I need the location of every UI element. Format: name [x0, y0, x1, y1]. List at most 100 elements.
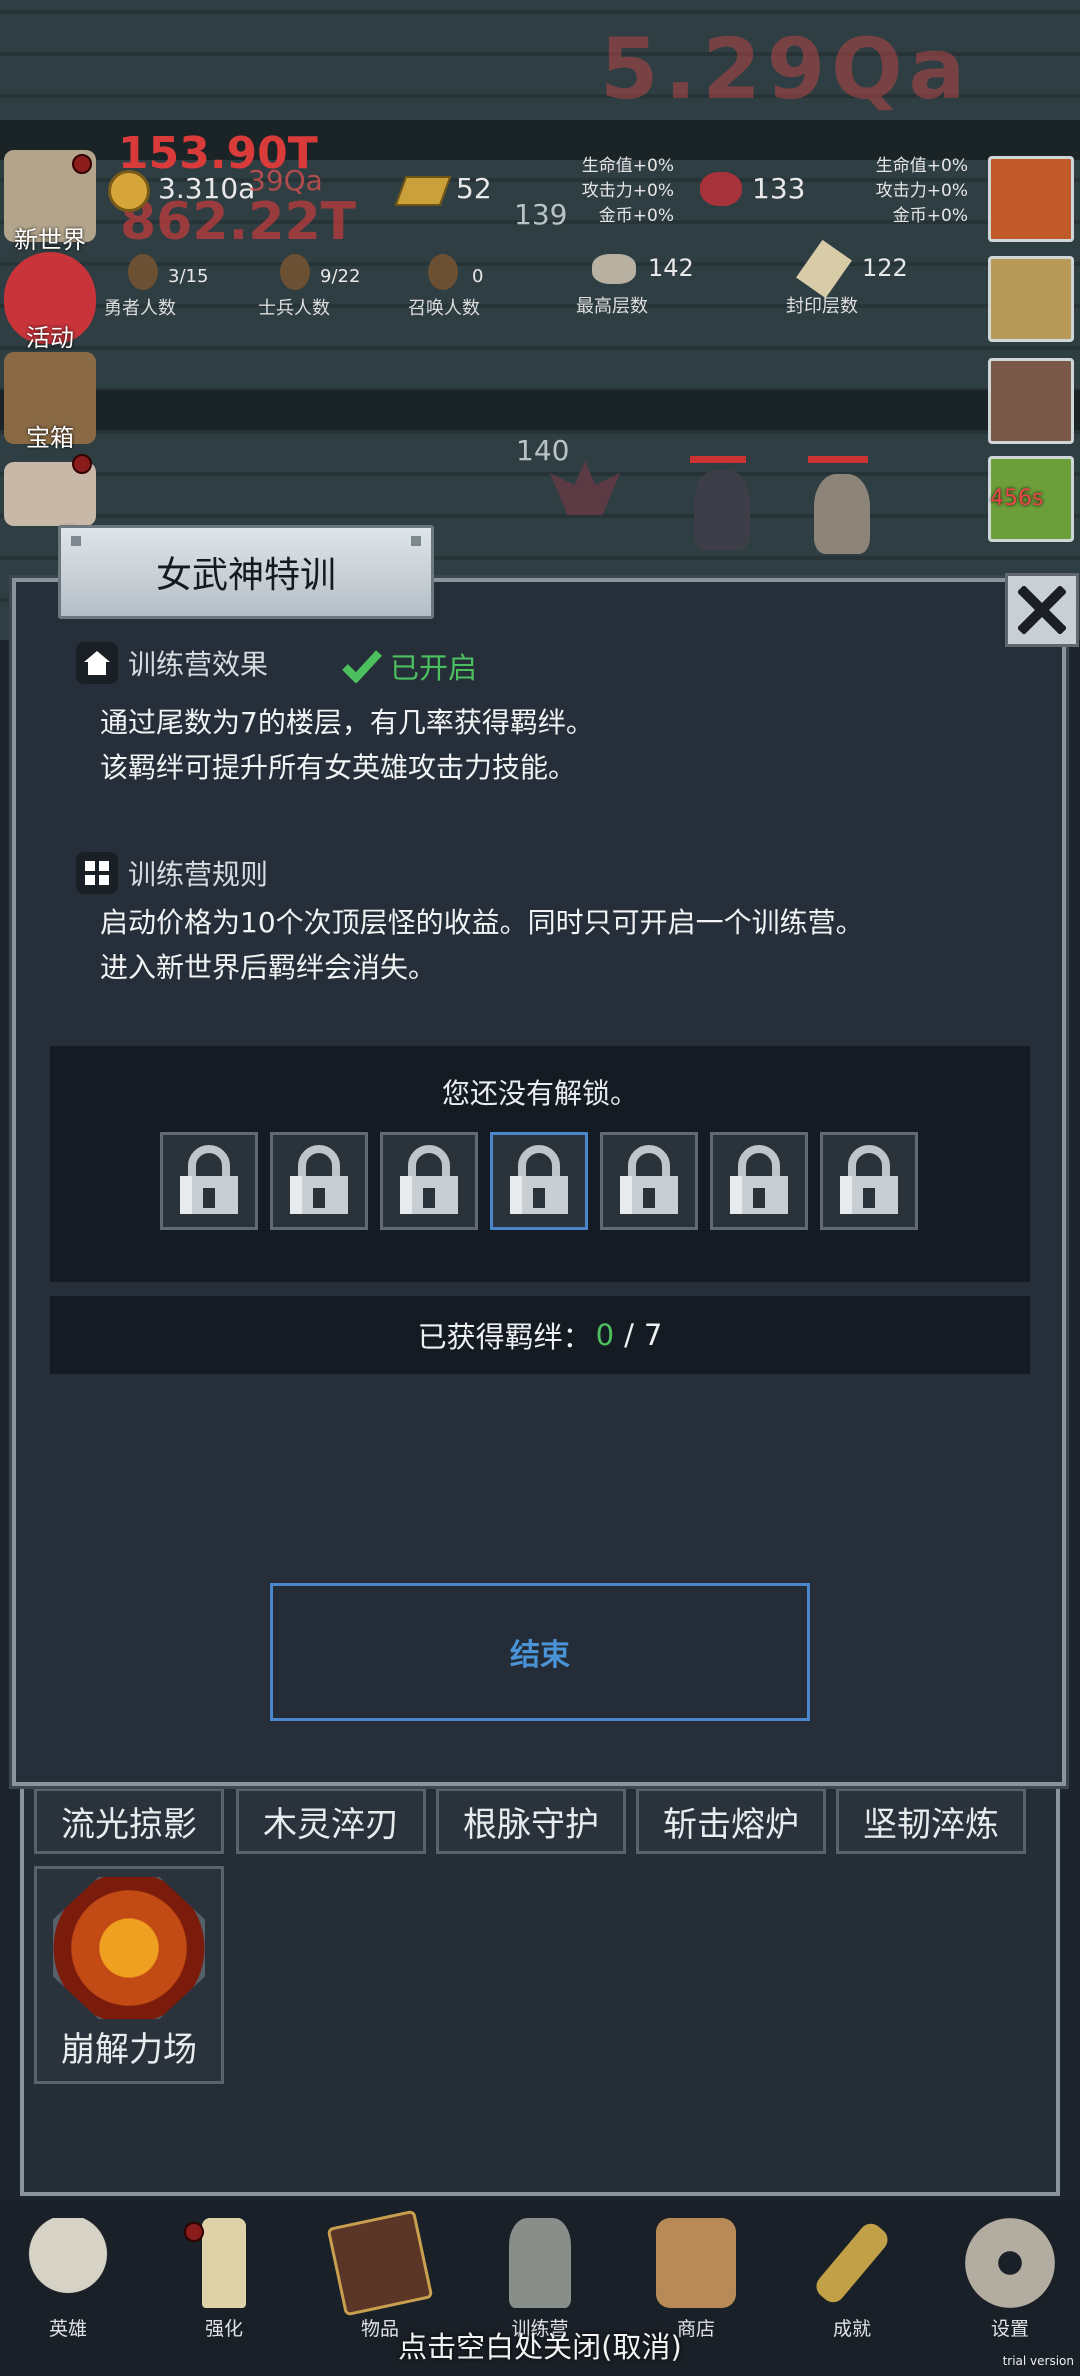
lock-slots	[160, 1132, 918, 1230]
highest-floor-label: 最高层数	[576, 296, 648, 317]
wall-stripe	[0, 390, 1080, 430]
candle-item-icon[interactable]	[988, 256, 1074, 342]
soldiers-value: 9/22	[320, 266, 361, 287]
chest-label: 宝箱	[26, 424, 74, 452]
buff-list-right: 生命值+0% 攻击力+0% 金币+0%	[875, 156, 968, 226]
buff-list-left: 生命值+0% 攻击力+0% 金币+0%	[581, 156, 674, 226]
lock-slot[interactable]	[380, 1132, 478, 1230]
end-button[interactable]: 结束	[270, 1583, 810, 1721]
lock-panel: 您还没有解锁。	[50, 1046, 1030, 1282]
close-icon	[1018, 586, 1066, 634]
lock-slot[interactable]	[600, 1132, 698, 1230]
timer-text: 456s	[990, 486, 1044, 511]
status-enabled: 已开启	[342, 645, 477, 687]
gold-bar-count: 52	[456, 172, 492, 205]
ghoul-enemy	[694, 470, 750, 550]
modal-title: 女武神特训	[155, 555, 336, 596]
lock-icon	[510, 1145, 568, 1214]
lantern-icon	[509, 2218, 571, 2308]
nav-settings[interactable]: 设置	[950, 2218, 1070, 2341]
highest-floor-value: 142	[648, 254, 694, 282]
sealed-floor-value: 122	[862, 254, 908, 282]
close-hint[interactable]: 点击空白处关闭(取消)	[0, 2324, 1080, 2366]
bond-total: 7	[643, 1318, 663, 1352]
locked-message: 您还没有解锁。	[441, 1077, 638, 1110]
nav-enhance[interactable]: 强化	[164, 2218, 284, 2341]
hero-head-icon	[128, 254, 158, 290]
gold-coin-icon	[108, 170, 150, 212]
key-icon	[811, 2218, 893, 2308]
house-icon	[76, 642, 118, 684]
lock-slot[interactable]	[710, 1132, 808, 1230]
big-damage-number: 5.29Qa	[600, 20, 972, 118]
floor-next: 140	[516, 434, 570, 467]
skill-item[interactable]: 根脉守护	[436, 1788, 626, 1854]
soldier-head-icon	[280, 254, 310, 290]
effect-description: 通过尾数为7的楼层，有几率获得羁绊。 该羁绊可提升所有女英雄攻击力技能。	[100, 706, 594, 784]
skill-item[interactable]: 木灵淬刃	[236, 1788, 426, 1854]
bond-separator: /	[624, 1318, 634, 1352]
nav-training-camp[interactable]: 训练营	[480, 2218, 600, 2341]
skull-icon	[23, 2218, 113, 2308]
gear-icon	[965, 2218, 1055, 2308]
effect-header-label: 训练营效果	[128, 648, 269, 681]
grid-icon	[76, 852, 118, 894]
status-label: 已开启	[390, 651, 478, 685]
meat-item-icon[interactable]	[988, 358, 1074, 444]
skill-item[interactable]: 坚韧淬炼	[836, 1788, 1026, 1854]
summon-head-icon	[428, 254, 458, 290]
book-icon	[326, 2209, 434, 2317]
sealed-floor-label: 封印层数	[786, 296, 858, 317]
trial-watermark: trial version	[1002, 2354, 1074, 2368]
bond-label: 已获得羁绊：	[417, 1320, 592, 1354]
onion-item-icon[interactable]	[988, 156, 1074, 242]
modal-title-tab: 女武神特训	[58, 525, 434, 619]
skill-card[interactable]: 崩解力场	[34, 1866, 224, 2084]
notification-dot	[72, 154, 92, 174]
skill-card-name: 崩解力场	[61, 2030, 197, 2070]
event-label: 活动	[26, 324, 74, 352]
lock-slot[interactable]	[820, 1132, 918, 1230]
nav-heroes[interactable]: 英雄	[8, 2218, 128, 2341]
gold-overlay-number: 39Qa	[248, 164, 323, 197]
mug-icon	[656, 2218, 736, 2308]
gold-bar-icon	[394, 176, 452, 206]
lock-slot[interactable]	[160, 1132, 258, 1230]
enemy-hp-bar	[808, 456, 868, 463]
new-world-label: 新世界	[14, 226, 86, 254]
checkmark-icon	[342, 650, 382, 683]
candle-icon	[202, 2218, 246, 2308]
lock-icon	[290, 1145, 348, 1214]
close-button[interactable]	[1005, 573, 1079, 647]
notification-dot	[72, 454, 92, 474]
meat-count: 133	[752, 172, 806, 205]
notification-dot	[184, 2222, 204, 2242]
collapse-field-icon	[53, 1877, 205, 2019]
summons-label: 召唤人数	[408, 298, 480, 319]
stone-icon	[592, 254, 636, 284]
lock-icon	[180, 1145, 238, 1214]
meat-icon	[700, 172, 742, 206]
lock-slot[interactable]	[270, 1132, 368, 1230]
bond-current: 0	[595, 1318, 615, 1352]
scroll-icon	[796, 239, 852, 299]
heroes-value: 3/15	[168, 266, 209, 287]
skill-item[interactable]: 斩击熔炉	[636, 1788, 826, 1854]
soldiers-label: 士兵人数	[258, 298, 330, 319]
rules-description: 启动价格为10个次顶层怪的收益。同时只可开启一个训练营。 进入新世界后羁绊会消失…	[100, 906, 864, 984]
effect-section-header: 训练营效果	[76, 642, 268, 684]
summons-value: 0	[472, 266, 484, 287]
lock-icon	[400, 1145, 458, 1214]
lock-icon	[840, 1145, 898, 1214]
rules-section-header: 训练营规则	[76, 852, 268, 894]
nav-items[interactable]: 物品	[320, 2209, 440, 2341]
nav-achievements[interactable]: 成就	[792, 2218, 912, 2341]
lock-slot[interactable]	[490, 1132, 588, 1230]
skill-item[interactable]: 流光掠影	[34, 1788, 224, 1854]
rules-header-label: 训练营规则	[128, 858, 269, 891]
bond-progress: 已获得羁绊： 0 / 7	[50, 1296, 1030, 1374]
ghost-enemy	[814, 474, 870, 554]
gold-amount: 3.310a	[158, 172, 256, 205]
lock-icon	[620, 1145, 678, 1214]
nav-shop[interactable]: 商店	[636, 2218, 756, 2341]
